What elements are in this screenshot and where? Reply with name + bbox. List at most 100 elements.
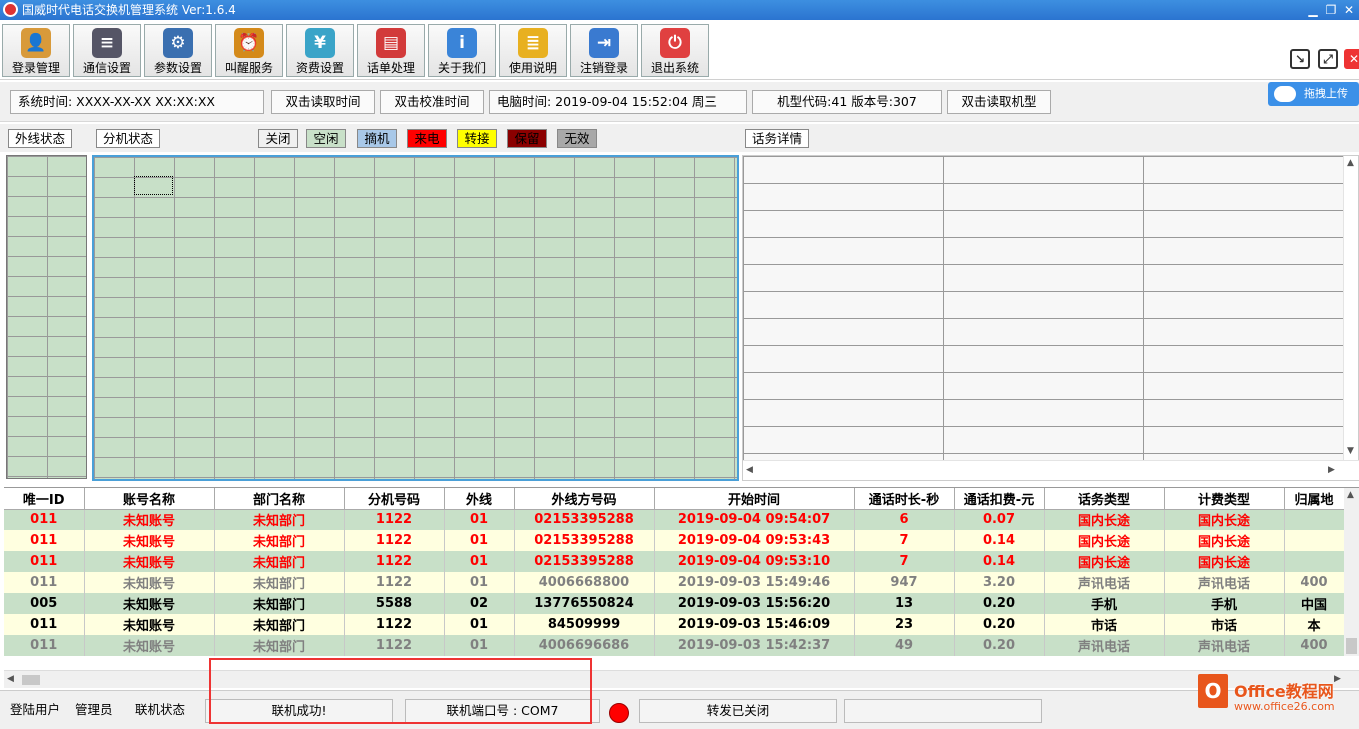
status-legend-row: 外线状态 分机状态 话务详情 关闭 空闲 摘机 来电 转接 保留 无效 [0,124,1359,152]
model-field: 机型代码:41 版本号:307 [752,90,942,114]
shrink-icon[interactable]: ↘ [1290,49,1310,69]
table-cell: 1122 [344,635,445,656]
selected-extension-cell[interactable] [134,176,173,195]
sliders-icon: ≡ [92,28,122,58]
records-vertical-scrollbar[interactable]: ▲ [1344,488,1359,656]
read-time-button[interactable]: 双击读取时间 [271,90,375,114]
trunk-status-grid[interactable] [6,155,87,479]
horizontal-scroll-thumb[interactable] [22,675,40,685]
drag-upload-label: 拖拽上传 [1304,87,1348,100]
table-cell: 400 [1284,635,1345,656]
close-icon[interactable]: ✕ [1344,49,1359,69]
column-header[interactable]: 外线方号码 [514,488,655,510]
table-cell: 未知账号 [84,593,215,614]
table-cell: 2019-09-03 15:42:37 [654,635,855,656]
table-cell: 1122 [344,572,445,593]
toolbar-button-2[interactable]: ≡ 通信设置 [73,24,141,77]
column-header[interactable]: 外线 [444,488,515,510]
column-header[interactable]: 归属地 [1284,488,1345,510]
toolbar-button-8[interactable]: ≣ 使用说明 [499,24,567,77]
table-row[interactable]: 011 未知账号 未知部门 1122 01 4006668800 2019-09-03 15… [4,572,1345,593]
legend-item: 摘机 [357,129,397,148]
table-cell: 0.20 [954,614,1045,635]
table-cell: 未知部门 [214,530,345,551]
tab-call-detail[interactable]: 话务详情 [745,129,809,148]
table-cell: 声讯电话 [1164,572,1285,593]
records-horizontal-scrollbar[interactable]: ◀ ▶ [4,670,1359,688]
column-header[interactable]: 分机号码 [344,488,445,510]
table-cell [1284,509,1345,530]
bill-stack-icon: ▤ [376,28,406,58]
table-row[interactable]: 011 未知账号 未知部门 1122 01 84509999 2019-09-03 15:4… [4,614,1345,635]
drag-upload-button[interactable]: 拖拽上传 [1268,82,1359,106]
table-cell: 2019-09-04 09:53:10 [654,551,855,572]
office-logo-icon: O [1198,674,1228,708]
records-scroll-thumb[interactable] [1346,638,1357,654]
table-cell: 本 [1284,614,1345,635]
table-cell: 国内长途 [1044,530,1165,551]
column-header[interactable]: 通话扣费-元 [954,488,1045,510]
table-cell: 84509999 [514,614,655,635]
read-model-button[interactable]: 双击读取机型 [947,90,1051,114]
toolbar-button-label: 退出系统 [650,61,699,75]
document-icon: ≣ [518,28,548,58]
table-row[interactable]: 011 未知账号 未知部门 1122 01 4006696686 2019-09-03 15… [4,635,1345,656]
column-header[interactable]: 通话时长-秒 [854,488,955,510]
tab-trunk-status[interactable]: 外线状态 [8,129,72,148]
connection-state-label: 联机状态 [135,702,186,717]
toolbar-button-label: 参数设置 [153,61,202,75]
legend-item: 关闭 [258,129,298,148]
toolbar-button-label: 登录管理 [11,61,60,75]
column-header[interactable]: 话务类型 [1044,488,1165,510]
column-header[interactable]: 唯一ID [4,488,85,510]
table-row[interactable]: 005 未知账号 未知部门 5588 02 13776550824 2019-09-03 1… [4,593,1345,614]
table-row[interactable]: 011 未知账号 未知部门 1122 01 02153395288 2019-09-04 0… [4,551,1345,572]
office-watermark: O Office教程网 www.office26.com [1192,672,1359,729]
call-records-table: 唯一ID 账号名称 部门名称 分机号码 外线 外线方号码 开始时间 通话时长-秒 通话扣费-元话… [4,487,1359,656]
column-header[interactable]: 开始时间 [654,488,855,510]
calibrate-time-button[interactable]: 双击校准时间 [380,90,484,114]
toolbar-button-label: 注销登录 [579,61,628,75]
call-detail-grid[interactable] [743,156,1344,460]
extension-status-grid[interactable] [92,155,739,481]
toolbar-button-7[interactable]: i 关于我们 [428,24,496,77]
call-detail-panel: ▲ ▼ ◀ ▶ [742,155,1359,481]
toolbar-button-1[interactable]: 👤 登录管理 [2,24,70,77]
tab-extension-status[interactable]: 分机状态 [96,129,160,148]
table-cell: 4006668800 [514,572,655,593]
table-row[interactable]: 011 未知账号 未知部门 1122 01 02153395288 2019-09-04 0… [4,530,1345,551]
column-header[interactable]: 账号名称 [84,488,215,510]
column-header[interactable]: 部门名称 [214,488,345,510]
column-header[interactable]: 计费类型 [1164,488,1285,510]
table-cell: 声讯电话 [1164,635,1285,656]
close-window-button[interactable]: ✕ [1338,0,1359,20]
table-cell: 011 [4,635,85,656]
toolbar-button-9[interactable]: ⇥ 注销登录 [570,24,638,77]
table-cell: 23 [854,614,955,635]
table-cell: 011 [4,551,85,572]
toolbar-button-6[interactable]: ▤ 话单处理 [357,24,425,77]
title-bar: 国威时代电话交换机管理系统 Ver:1.6.4 ▁ ❐ ✕ [0,0,1359,20]
cloud-icon [1274,86,1296,102]
toolbar-button-5[interactable]: ¥ 资费设置 [286,24,354,77]
table-cell: 未知部门 [214,593,345,614]
toolbar-button-3[interactable]: ⚙ 参数设置 [144,24,212,77]
detail-horizontal-scrollbar[interactable]: ◀ ▶ [743,460,1359,480]
money-card-icon: ¥ [305,28,335,58]
system-time-field: 系统时间: XXXX-XX-XX XX:XX:XX [10,90,264,114]
status-bar: 登陆用户 管理员 联机状态 联机成功! 联机端口号 : COM7 转发已关闭 [0,690,1359,729]
toolbar-button-4[interactable]: ⏰ 叫醒服务 [215,24,283,77]
table-cell: 4006696686 [514,635,655,656]
table-cell: 声讯电话 [1044,635,1165,656]
table-cell: 未知账号 [84,614,215,635]
power-icon: ⏻ [660,28,690,58]
table-cell: 01 [444,635,515,656]
detail-vertical-scrollbar[interactable]: ▲ ▼ [1343,156,1358,460]
table-cell: 01 [444,530,515,551]
toolbar-button-10[interactable]: ⏻ 退出系统 [641,24,709,77]
table-row[interactable]: 011 未知账号 未知部门 1122 01 02153395288 2019-09-04 0… [4,509,1345,530]
table-cell: 0.20 [954,635,1045,656]
table-cell: 01 [444,614,515,635]
info-icon: i [447,28,477,58]
expand-icon[interactable]: ⤢ [1318,49,1338,69]
